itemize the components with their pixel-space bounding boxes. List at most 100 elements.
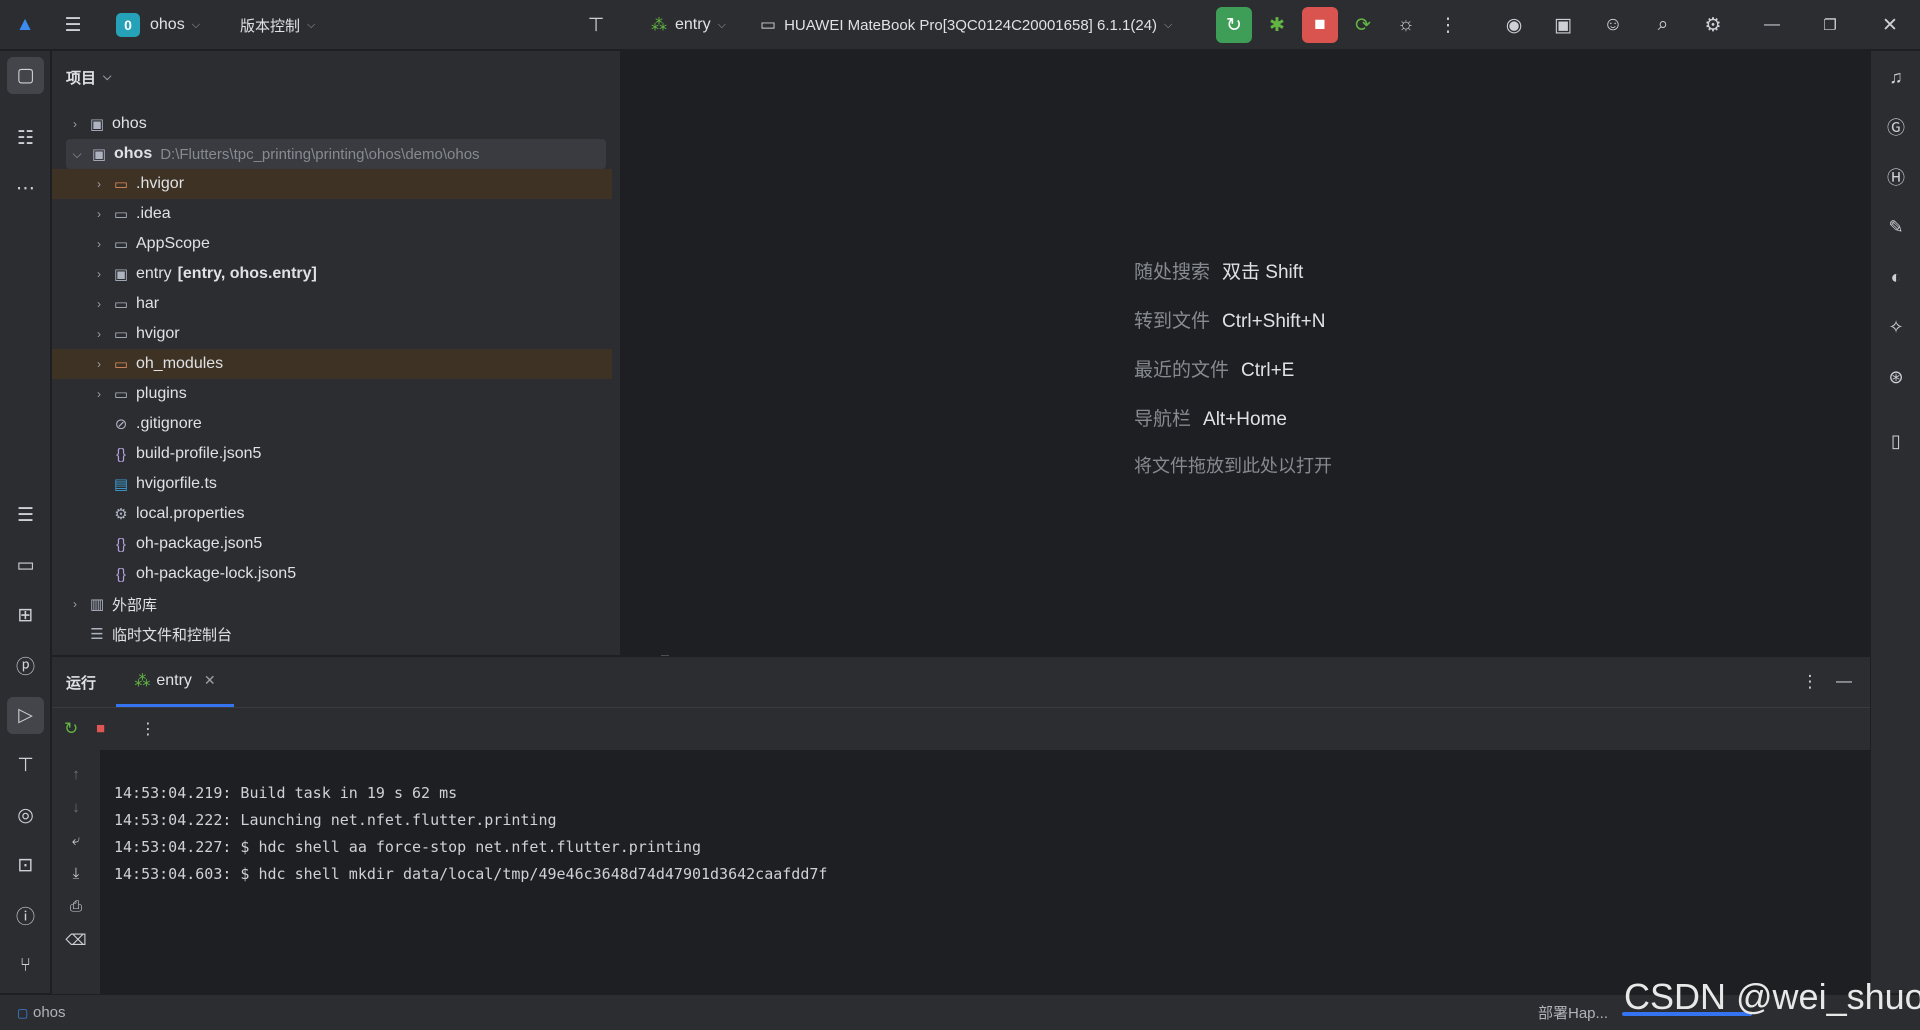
soft-wrap-icon[interactable]: ⤶ (64, 832, 88, 856)
tree-row-har[interactable]: › ▭ har (52, 289, 612, 319)
console-output[interactable]: 14:53:04.219: Build task in 19 s 62 ms 1… (100, 750, 1870, 994)
tab-entry[interactable]: ⁂ entry ✕ (116, 657, 234, 707)
minimize-icon[interactable]: — (1754, 7, 1790, 43)
chevron-right-icon[interactable]: › (88, 177, 110, 191)
tree-row-scratches[interactable]: ☰ 临时文件和控制台 (52, 619, 612, 649)
module-icon: ⁂ (134, 672, 151, 690)
tree-row-hvigorfile[interactable]: ▤ hvigorfile.ts (52, 469, 612, 499)
chevron-right-icon[interactable]: › (88, 207, 110, 221)
stop-button[interactable]: ■ (1302, 7, 1338, 43)
status-task[interactable]: 部署Hap... (1538, 1002, 1608, 1023)
restore-icon[interactable]: ❐ (1812, 7, 1848, 43)
tree-row-idea[interactable]: › ▭ .idea (52, 199, 612, 229)
chevron-right-icon[interactable]: › (88, 387, 110, 401)
hint-key: 转到文件 (1134, 311, 1211, 332)
tree-row-oh-package[interactable]: {} oh-package.json5 (52, 529, 612, 559)
debug-bug-icon[interactable]: ✱ (1259, 7, 1295, 43)
arrow-up-icon[interactable]: ↑ (64, 766, 88, 790)
chevron-right-icon[interactable]: › (88, 267, 110, 281)
chevron-right-icon[interactable]: › (88, 237, 110, 251)
layout-icon[interactable]: ⊞ (7, 597, 44, 634)
device-selector[interactable]: ▭ HUAWEI MateBook Pro[3QC0124C20001658] … (760, 0, 1172, 50)
structure-icon[interactable]: ☷ (7, 120, 44, 157)
more-tools-icon[interactable]: ⋯ (7, 170, 44, 207)
arrow-down-icon[interactable]: ↓ (64, 799, 88, 823)
chevron-right-icon[interactable]: › (88, 357, 110, 371)
notifications-bell-icon[interactable]: ♫ (1878, 59, 1914, 95)
code-linter-icon[interactable]: ✎ (1878, 209, 1914, 245)
status-project[interactable]: ohos (33, 1004, 66, 1021)
search-icon[interactable]: ⌕ (1645, 7, 1681, 43)
build-icon[interactable]: ⊤ (7, 747, 44, 784)
panel-options-icon[interactable]: ⋮ (1792, 664, 1828, 700)
project-folder-icon[interactable]: ▢ (7, 57, 44, 94)
gradle-g-icon[interactable]: Ⓖ (1878, 109, 1914, 145)
profiler-icon[interactable]: ⓟ (7, 647, 44, 684)
problems-icon[interactable]: ⓘ (7, 897, 44, 934)
console-line: 14:53:04.227: $ hdc shell aa force-stop … (114, 838, 701, 856)
ai-assistant-icon[interactable]: ✧ (1878, 309, 1914, 345)
project-structure-icon[interactable]: ▣ (1545, 7, 1581, 43)
project-panel-header[interactable]: 项目 ⌵ (66, 67, 111, 88)
tree-row-ohos-project[interactable]: ⌵ ▣ ohos D:\Flutters\tpc_printing\printi… (66, 139, 606, 169)
chevron-right-icon[interactable]: › (88, 327, 110, 341)
trash-icon[interactable]: ⌫ (64, 931, 88, 955)
json-file-icon: {} (115, 445, 127, 463)
app-logo-icon[interactable]: ▲ (7, 7, 43, 43)
chevron-right-icon[interactable]: › (64, 117, 86, 131)
main-menu-icon[interactable]: ☰ (55, 7, 91, 43)
device-preview-icon[interactable]: ▯ (1878, 423, 1914, 459)
tree-row-plugins[interactable]: › ▭ plugins (52, 379, 612, 409)
tree-label: AppScope (136, 235, 210, 252)
robot-icon[interactable]: ⊛ (1878, 359, 1914, 395)
device-file-icon[interactable]: ▭ (7, 547, 44, 584)
run-panel-title: 运行 (66, 675, 97, 692)
settings-gear-icon[interactable]: ⚙ (1695, 7, 1731, 43)
todo-icon[interactable]: ☰ (7, 497, 44, 534)
vcs-menu[interactable]: 版本控制 ⌵ (240, 0, 315, 50)
hvigor-h-icon[interactable]: Ⓗ (1878, 159, 1914, 195)
rerun-button[interactable]: ↻ (1216, 7, 1252, 43)
previewer-icon[interactable]: ◐ (1878, 259, 1914, 295)
tree-row-hvigor[interactable]: › ▭ hvigor (52, 319, 612, 349)
more-icon[interactable]: ⋮ (140, 719, 156, 739)
git-branch-icon[interactable]: ⑂ (7, 947, 44, 984)
typescript-file-icon: ▤ (113, 476, 129, 493)
close-icon[interactable]: ✕ (1872, 7, 1908, 43)
run-config-selector[interactable]: ⁂ entry ⌵ (651, 0, 726, 50)
run-window-icon[interactable]: ▷ (7, 697, 44, 734)
rerun-icon[interactable]: ↻ (64, 719, 78, 739)
project-switcher[interactable]: 0 ohos ⌵ (116, 0, 200, 50)
tree-label: .hvigor (136, 175, 185, 192)
chevron-down-icon: ⌵ (1164, 18, 1173, 31)
hide-panel-icon[interactable]: — (1826, 664, 1862, 700)
tree-row-local-properties[interactable]: ⚙ local.properties (52, 499, 612, 529)
scroll-to-end-icon[interactable]: ⤓ (64, 865, 88, 889)
tree-row-build-profile[interactable]: {} build-profile.json5 (52, 439, 612, 469)
apply-changes-icon[interactable]: ⟳ (1345, 7, 1381, 43)
hint-drop-files: 将文件拖放到此处以打开 (1134, 452, 1344, 478)
tree-row-oh-package-lock[interactable]: {} oh-package-lock.json5 (52, 559, 612, 589)
tree-row-external-libraries[interactable]: › ▥ 外部库 (52, 589, 612, 619)
hammer-build-icon[interactable]: ⊤ (578, 7, 614, 43)
close-tab-icon[interactable]: ✕ (204, 672, 216, 689)
tree-row-gitignore[interactable]: ⊘ .gitignore (52, 409, 612, 439)
scratches-icon: ☰ (90, 626, 104, 643)
device-manager-icon[interactable]: ◉ (1496, 7, 1532, 43)
chevron-down-icon[interactable]: ⌵ (66, 147, 88, 162)
chevron-right-icon[interactable]: › (64, 597, 86, 611)
tree-row-entry[interactable]: › ▣ entry [entry, ohos.entry] (52, 259, 612, 289)
attach-debugger-icon[interactable]: ☼ (1388, 7, 1424, 43)
print-icon[interactable]: ⎙ (64, 898, 88, 922)
tree-row-oh-modules[interactable]: › ▭ oh_modules (52, 349, 612, 379)
stop-icon[interactable]: ■ (96, 720, 105, 737)
terminal-icon[interactable]: ⊡ (7, 847, 44, 884)
tree-row-hvigor-hidden[interactable]: › ▭ .hvigor (52, 169, 612, 199)
tree-row-ohos-root[interactable]: › ▣ ohos (52, 109, 612, 139)
more-actions-icon[interactable]: ⋮ (1430, 7, 1466, 43)
chevron-right-icon[interactable]: › (88, 297, 110, 311)
services-icon[interactable]: ◎ (7, 797, 44, 834)
account-icon[interactable]: ☺ (1595, 7, 1631, 43)
tree-label: 临时文件和控制台 (112, 626, 233, 644)
tree-row-appscope[interactable]: › ▭ AppScope (52, 229, 612, 259)
